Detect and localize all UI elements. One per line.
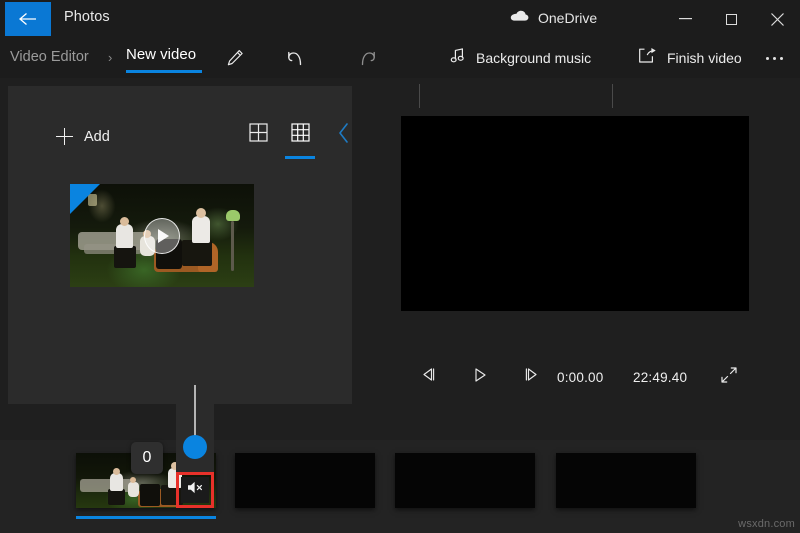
redo-button[interactable] xyxy=(348,38,388,78)
next-frame-icon xyxy=(522,367,540,387)
title-bar: Photos OneDrive xyxy=(0,0,800,38)
scene-decor xyxy=(114,246,136,268)
background-music-label: Background music xyxy=(476,50,591,66)
watermark-label: wsxdn.com xyxy=(738,518,795,530)
view-large-grid-button[interactable] xyxy=(283,118,317,152)
next-frame-button[interactable] xyxy=(514,358,548,396)
onedrive-label: OneDrive xyxy=(538,10,597,26)
command-bar: Video Editor › New video xyxy=(0,38,800,78)
total-duration-label: 22:49.40 xyxy=(633,358,687,396)
scene-decor xyxy=(108,489,125,505)
volume-slider-thumb[interactable] xyxy=(183,435,207,459)
previous-frame-button[interactable] xyxy=(412,358,446,396)
redo-arrow-icon xyxy=(357,48,379,68)
scene-decor xyxy=(110,473,123,491)
view-active-underline xyxy=(285,156,315,159)
minimize-button[interactable] xyxy=(662,0,708,38)
breadcrumb-video-editor[interactable]: Video Editor xyxy=(10,49,89,65)
scene-decor xyxy=(140,484,160,506)
app-title: Photos xyxy=(64,9,110,25)
chevron-left-icon xyxy=(337,122,351,149)
window-controls xyxy=(662,0,800,38)
scene-decor xyxy=(192,216,210,243)
finish-video-button[interactable]: Finish video xyxy=(638,38,742,78)
close-x-icon xyxy=(771,13,784,26)
music-note-icon xyxy=(450,47,466,69)
active-tab-underline xyxy=(126,70,202,73)
storyboard-card[interactable] xyxy=(395,453,535,508)
storyboard-timeline xyxy=(0,440,800,533)
more-options-button[interactable] xyxy=(756,38,792,78)
finish-video-label: Finish video xyxy=(667,50,742,66)
project-library-panel: Add xyxy=(8,86,352,404)
scene-decor xyxy=(120,217,129,226)
selection-marker-icon[interactable] xyxy=(70,184,100,214)
storyboard-card[interactable] xyxy=(235,453,375,508)
breadcrumb-current-project[interactable]: New video xyxy=(126,46,202,73)
play-triangle-icon xyxy=(158,229,169,243)
breadcrumb-separator-icon: › xyxy=(108,50,112,65)
onedrive-cloud-icon xyxy=(510,9,529,27)
add-media-button[interactable]: Add xyxy=(56,128,110,145)
collapse-panel-button[interactable] xyxy=(332,122,356,148)
player-controls: 0:00.00 22:49.40 xyxy=(401,358,749,396)
volume-slider-flyout[interactable] xyxy=(176,377,214,473)
command-separator-left xyxy=(419,84,420,108)
play-button[interactable] xyxy=(463,358,497,396)
scene-decor xyxy=(182,240,212,266)
scene-decor xyxy=(231,221,234,271)
scene-decor xyxy=(116,224,133,248)
rename-project-button[interactable] xyxy=(215,38,255,78)
back-arrow-icon xyxy=(18,11,38,27)
command-separator-right xyxy=(612,84,613,108)
scene-decor xyxy=(130,477,136,483)
ellipsis-icon xyxy=(766,57,769,60)
library-media-thumbnail[interactable] xyxy=(70,184,254,287)
view-small-grid-button[interactable] xyxy=(241,118,275,152)
current-time-label: 0:00.00 xyxy=(557,358,603,396)
onedrive-status[interactable]: OneDrive xyxy=(510,9,597,27)
volume-value-tooltip: 0 xyxy=(131,442,163,474)
project-name-label: New video xyxy=(126,46,202,67)
ellipsis-icon xyxy=(780,57,783,60)
grid-3x3-icon xyxy=(291,123,310,147)
undo-arrow-icon xyxy=(284,48,306,68)
scene-decor xyxy=(196,208,206,218)
background-music-button[interactable]: Background music xyxy=(450,38,591,78)
play-icon xyxy=(472,367,488,388)
maximize-button[interactable] xyxy=(708,0,754,38)
scene-decor xyxy=(113,468,120,475)
back-button[interactable] xyxy=(5,2,51,36)
fullscreen-button[interactable] xyxy=(713,358,745,396)
scene-decor xyxy=(226,210,240,221)
maximize-square-icon xyxy=(726,14,737,25)
previous-frame-icon xyxy=(420,367,438,387)
plus-icon xyxy=(56,128,73,145)
storyboard-selection-indicator xyxy=(76,516,216,519)
mute-button-highlight-annotation xyxy=(176,472,214,508)
photos-video-editor-window: Photos OneDrive xyxy=(0,0,800,533)
storyboard-card[interactable] xyxy=(556,453,696,508)
undo-button[interactable] xyxy=(275,38,315,78)
fullscreen-expand-icon xyxy=(720,366,738,389)
scene-decor xyxy=(128,482,139,497)
thumbnail-play-button[interactable] xyxy=(144,218,180,254)
share-export-icon xyxy=(638,47,657,69)
close-button[interactable] xyxy=(754,0,800,38)
ellipsis-icon xyxy=(773,57,776,60)
add-media-label: Add xyxy=(84,129,110,145)
pencil-icon xyxy=(225,48,245,68)
grid-2x2-icon xyxy=(249,123,268,147)
preview-stage[interactable] xyxy=(401,116,749,311)
